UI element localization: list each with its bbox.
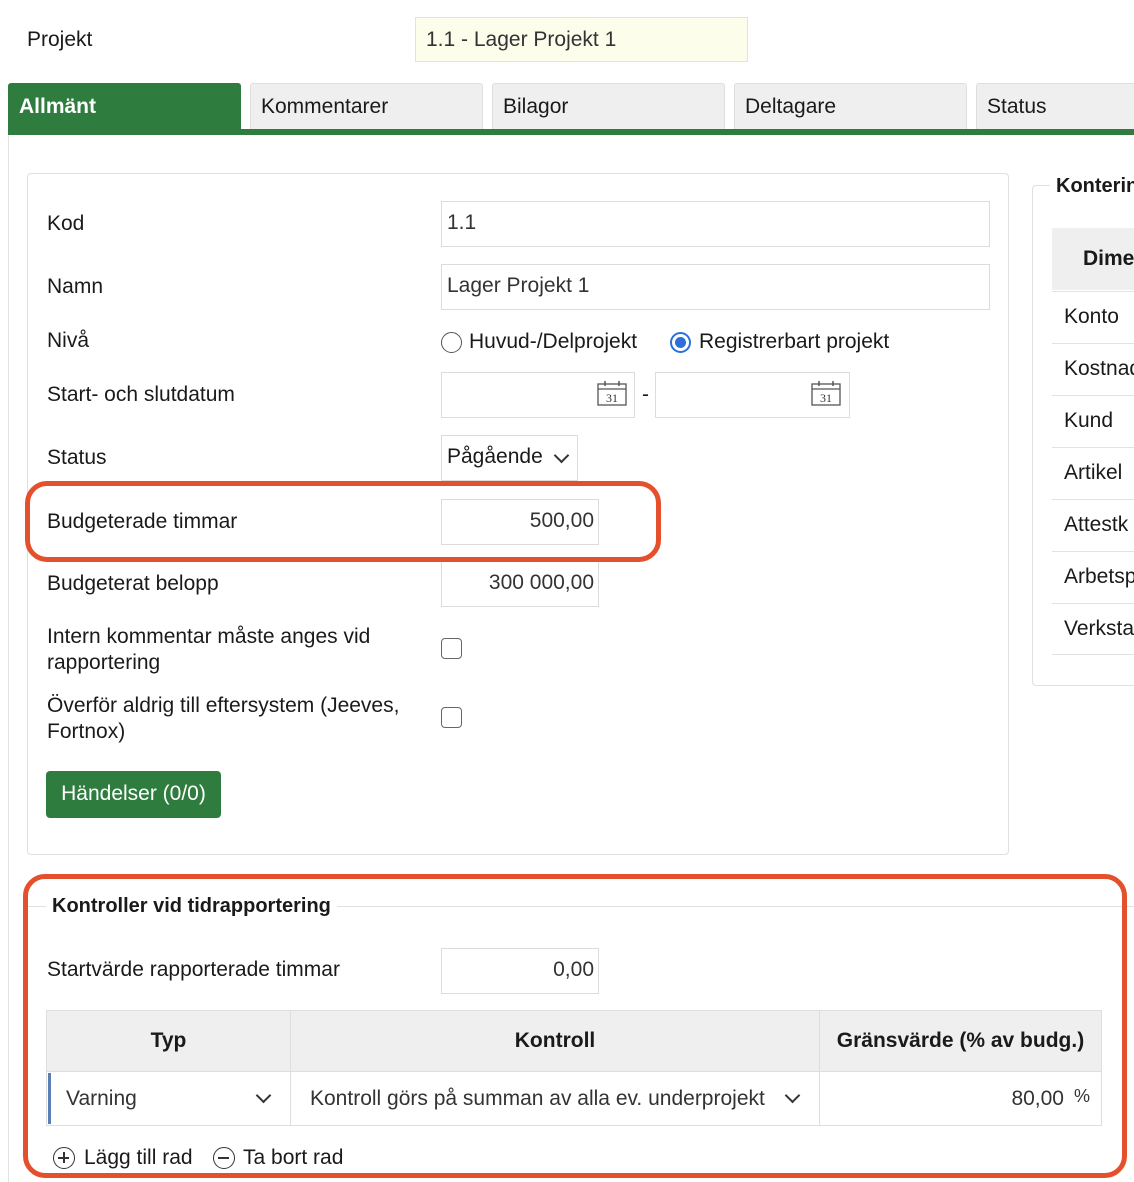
tab-deltagare[interactable]: Deltagare	[734, 83, 967, 130]
calendar-icon-text: 31	[606, 391, 618, 405]
highlight-kontroller	[23, 874, 1127, 1178]
kontering-column-header: Dime	[1052, 228, 1134, 290]
namn-label: Namn	[47, 275, 104, 298]
tab-bar-underline	[8, 129, 1134, 135]
niva-option-registrerbart-label: Registrerbart projekt	[699, 330, 890, 353]
kontering-row[interactable]: Kund	[1052, 395, 1134, 447]
kod-label: Kod	[47, 212, 85, 235]
budget-belopp-label: Budgeterat belopp	[47, 572, 219, 595]
overfor-label-line2: Fortnox)	[47, 720, 126, 743]
content-border	[8, 135, 9, 1182]
datum-separator: -	[642, 383, 649, 406]
niva-radio-huvud[interactable]	[441, 332, 462, 353]
tab-allmant[interactable]: Allmänt	[8, 83, 241, 130]
kontering-row[interactable]: Verksta	[1052, 603, 1134, 655]
kod-input[interactable]: 1.1	[441, 201, 990, 247]
kontering-row[interactable]: Artikel	[1052, 447, 1134, 499]
niva-option-huvud-label: Huvud-/Delprojekt	[469, 330, 638, 353]
tab-bilagor[interactable]: Bilagor	[492, 83, 725, 130]
namn-input[interactable]: Lager Projekt 1	[441, 264, 990, 310]
kontering-row[interactable]: Attestk	[1052, 499, 1134, 551]
kontering-row[interactable]: Kostnad	[1052, 343, 1134, 395]
overfor-checkbox[interactable]	[441, 707, 462, 728]
niva-radio-registrerbart[interactable]	[670, 332, 691, 353]
datum-label: Start- och slutdatum	[47, 383, 235, 406]
status-label: Status	[47, 446, 107, 469]
budget-belopp-input[interactable]: 300 000,00	[441, 561, 599, 607]
highlight-budget-timmar	[25, 481, 661, 562]
kontering-row[interactable]: Arbetsp	[1052, 551, 1134, 603]
status-select-value: Pågående	[447, 445, 543, 468]
intern-kommentar-label-line1: Intern kommentar måste anges vid	[47, 625, 371, 648]
intern-kommentar-checkbox[interactable]	[441, 638, 462, 659]
handelser-button[interactable]: Händelser (0/0)	[46, 771, 221, 818]
kontering-title: Konterin	[1050, 173, 1134, 199]
tab-kommentarer[interactable]: Kommentarer	[250, 83, 483, 130]
overfor-label-line1: Överför aldrig till eftersystem (Jeeves,	[47, 694, 400, 717]
project-selector[interactable]: 1.1 - Lager Projekt 1	[415, 17, 748, 62]
project-label: Projekt	[27, 28, 93, 51]
tab-status[interactable]: Status	[976, 83, 1134, 130]
kontering-row[interactable]: Konto	[1052, 291, 1134, 343]
niva-label: Nivå	[47, 329, 90, 352]
calendar-icon[interactable]: 31	[597, 380, 627, 406]
intern-kommentar-label-line2: rapportering	[47, 651, 161, 674]
calendar-icon[interactable]: 31	[811, 380, 841, 406]
calendar-icon-text: 31	[820, 391, 832, 405]
